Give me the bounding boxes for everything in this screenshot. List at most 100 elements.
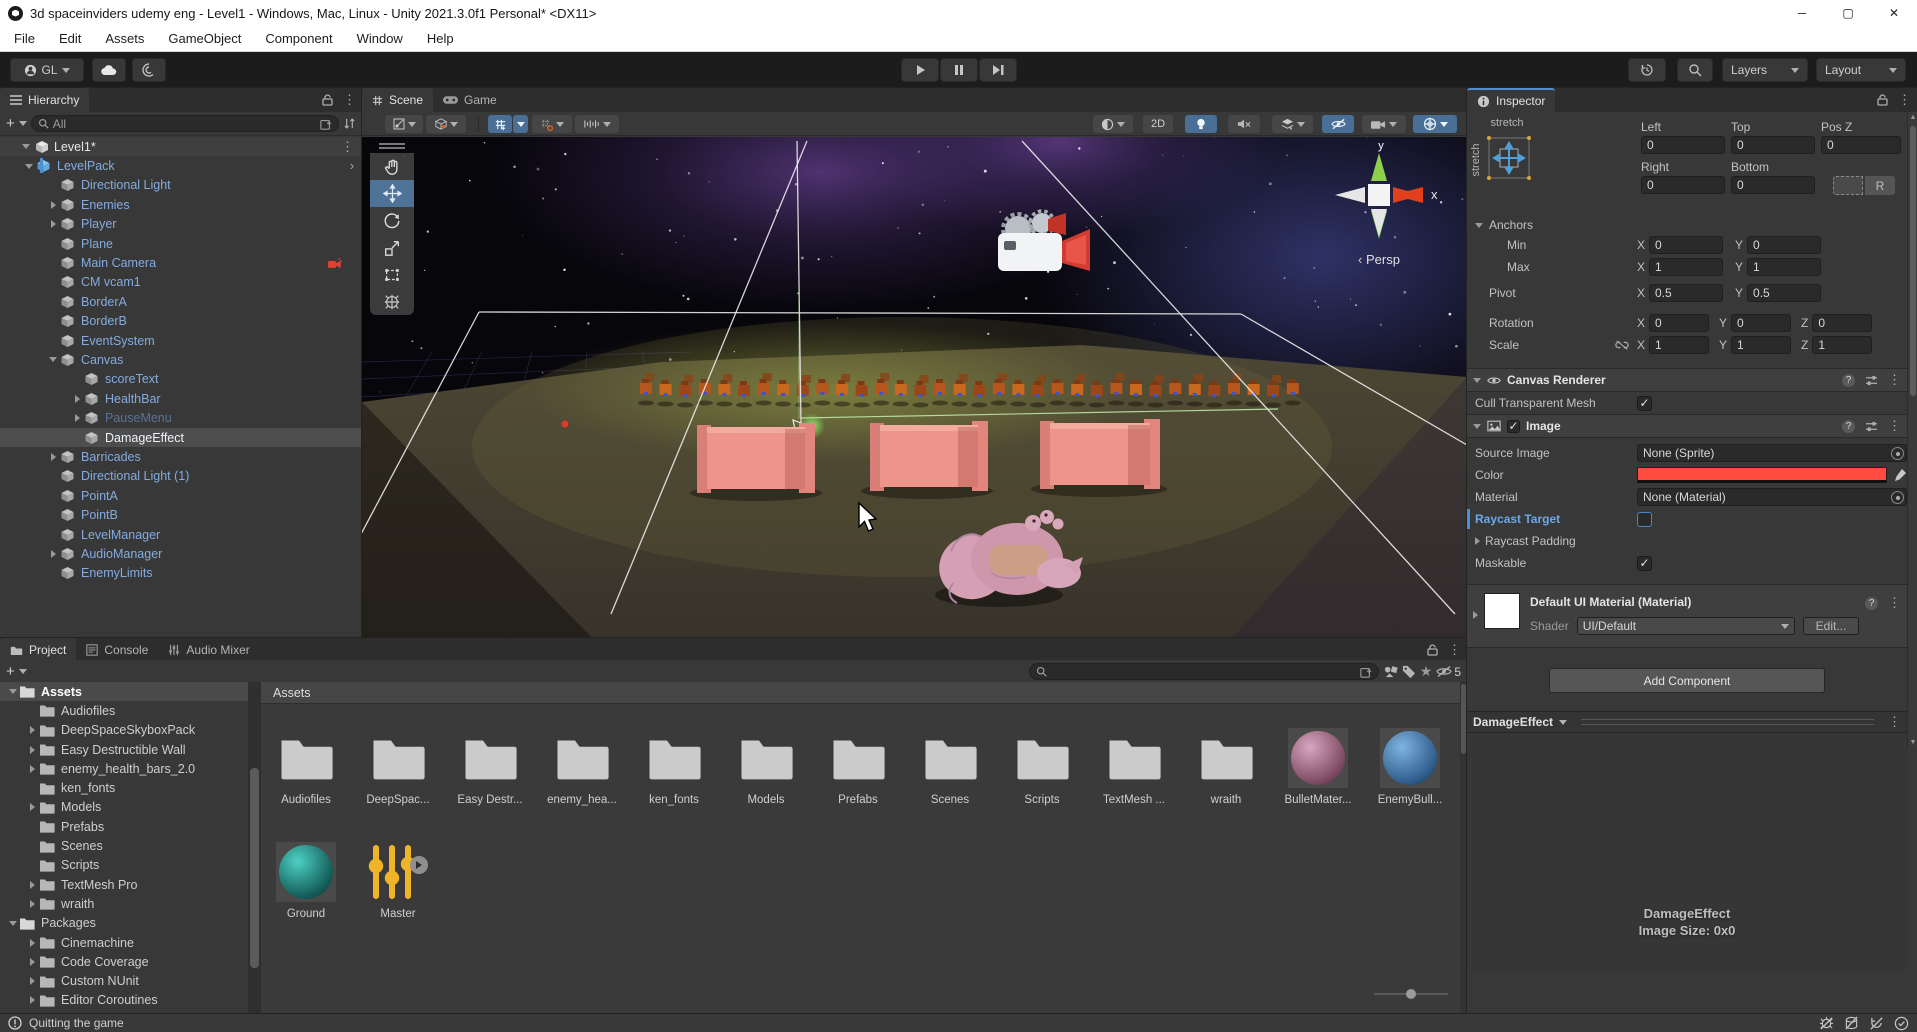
- kebab-menu-icon[interactable]: ⋮: [1448, 642, 1461, 658]
- scene-orientation-gizmo[interactable]: y x Persp: [1319, 137, 1439, 283]
- tab-audio-mixer[interactable]: Audio Mixer: [158, 638, 259, 662]
- object-picker-icon[interactable]: [1891, 447, 1904, 460]
- kebab-menu-icon[interactable]: ⋮: [343, 92, 356, 108]
- hierarchy-item-pointa[interactable]: PointA: [0, 486, 362, 505]
- help-icon[interactable]: ?: [1842, 373, 1855, 387]
- kebab-menu-icon[interactable]: ⋮: [1888, 418, 1901, 434]
- rotation-x-field[interactable]: 0: [1649, 314, 1710, 332]
- prefab-open-chevron[interactable]: ›: [350, 159, 354, 173]
- audio-mute-toggle[interactable]: [1228, 115, 1260, 133]
- project-tree-item-code-coverage[interactable]: Code Coverage: [0, 952, 248, 971]
- undo-history-button[interactable]: [1628, 58, 1666, 82]
- kebab-menu-icon[interactable]: ⋮: [1888, 714, 1901, 730]
- scene-viewport[interactable]: y x Persp: [362, 137, 1467, 638]
- project-tree-item-models[interactable]: Models: [0, 798, 248, 817]
- menu-item-file[interactable]: File: [14, 31, 35, 46]
- tab-inspector[interactable]: Inspector: [1467, 88, 1556, 112]
- debugger-detached-icon[interactable]: [1819, 1016, 1834, 1030]
- anchors-foldout[interactable]: Anchors: [1467, 216, 1907, 234]
- project-tree-item-editor-coroutines[interactable]: Editor Coroutines: [0, 991, 248, 1010]
- play-overlay-icon[interactable]: [410, 856, 428, 874]
- inspector-scrollbar[interactable]: ▲ ▼: [1907, 112, 1917, 748]
- hierarchy-item-levelpack[interactable]: LevelPack ›: [0, 156, 362, 175]
- hierarchy-item-healthbar[interactable]: HealthBar: [0, 389, 362, 408]
- blueprint-mode-button[interactable]: [1833, 176, 1863, 195]
- tab-game[interactable]: Game: [433, 88, 507, 112]
- grid-snap-toggle[interactable]: [488, 115, 512, 133]
- help-icon[interactable]: ?: [1842, 419, 1855, 433]
- effects-dropdown[interactable]: [1272, 115, 1313, 133]
- shading-mode-dropdown[interactable]: [1093, 115, 1133, 133]
- status-message[interactable]: Quitting the game: [29, 1016, 124, 1030]
- project-tree-item-wraith[interactable]: wraith: [0, 894, 248, 913]
- 2d-toggle[interactable]: 2D: [1143, 115, 1173, 133]
- help-icon[interactable]: ?: [1865, 596, 1878, 610]
- asset-grid-breadcrumb[interactable]: Assets: [261, 682, 1460, 704]
- move-tool-button[interactable]: [370, 180, 414, 207]
- sort-icon[interactable]: [343, 117, 356, 130]
- tab-console[interactable]: Console: [76, 638, 158, 662]
- hierarchy-item-levelmanager[interactable]: LevelManager: [0, 525, 362, 544]
- asset-textmesh-[interactable]: TextMesh ...: [1088, 726, 1180, 806]
- tab-hierarchy[interactable]: Hierarchy: [0, 88, 90, 112]
- asset-models[interactable]: Models: [720, 726, 812, 806]
- object-picker-icon[interactable]: [1891, 491, 1904, 504]
- link-broken-icon[interactable]: [1615, 339, 1629, 351]
- hierarchy-item-plane[interactable]: Plane: [0, 234, 362, 253]
- kebab-menu-icon[interactable]: ⋮: [1888, 372, 1901, 388]
- search-by-type-icon[interactable]: [1383, 665, 1398, 679]
- maximize-button[interactable]: ▢: [1825, 0, 1871, 26]
- project-tree-item-scripts[interactable]: Scripts: [0, 856, 248, 875]
- add-object-button[interactable]: +: [6, 115, 15, 132]
- tab-project[interactable]: Project: [0, 638, 77, 662]
- project-tree-item-cinemachine[interactable]: Cinemachine: [0, 933, 248, 952]
- asset-scenes[interactable]: Scenes: [904, 726, 996, 806]
- menu-item-window[interactable]: Window: [357, 31, 403, 46]
- hierarchy-item-eventsystem[interactable]: EventSystem: [0, 331, 362, 350]
- raw-edit-button[interactable]: R: [1865, 176, 1895, 195]
- cull-transparent-mesh-checkbox[interactable]: ✓: [1637, 395, 1652, 411]
- image-component-header[interactable]: ✓ Image ? ⋮: [1467, 414, 1907, 438]
- anchor-min-x-field[interactable]: 0: [1649, 236, 1724, 254]
- lock-icon[interactable]: [322, 94, 333, 106]
- tab-scene[interactable]: Scene: [362, 88, 434, 112]
- asset-scripts[interactable]: Scripts: [996, 726, 1088, 806]
- menu-item-assets[interactable]: Assets: [105, 31, 144, 46]
- bottom-field[interactable]: 0: [1731, 176, 1815, 194]
- hierarchy-item-directional-light-1-[interactable]: Directional Light (1): [0, 467, 362, 486]
- asset-ground[interactable]: Ground: [260, 840, 352, 920]
- hierarchy-search-input[interactable]: All: [30, 115, 339, 132]
- hierarchy-item-damageeffect[interactable]: DamageEffect: [0, 427, 362, 448]
- view-hand-tool-button[interactable]: [370, 153, 414, 180]
- save-search-icon[interactable]: [1360, 666, 1372, 678]
- project-tree-item-custom-nunit[interactable]: Custom NUnit: [0, 971, 248, 990]
- kebab-menu-icon[interactable]: ⋮: [341, 139, 354, 155]
- minimize-button[interactable]: ─: [1779, 0, 1825, 26]
- posz-field[interactable]: 0: [1821, 136, 1901, 154]
- cloud-button[interactable]: [92, 58, 126, 82]
- hierarchy-item-enemylimits[interactable]: EnemyLimits: [0, 564, 362, 583]
- asset-zoom-slider[interactable]: [1374, 989, 1448, 999]
- rect-tool-button[interactable]: [370, 261, 414, 288]
- transform-tool-button[interactable]: [370, 288, 414, 315]
- shader-dropdown[interactable]: UI/Default: [1576, 617, 1795, 635]
- hierarchy-item-bordera[interactable]: BorderA: [0, 292, 362, 311]
- anchor-preset-widget[interactable]: [1483, 132, 1535, 187]
- project-search-input[interactable]: [1028, 663, 1379, 680]
- project-tree-item-prefabs[interactable]: Prefabs: [0, 817, 248, 836]
- gizmos-dropdown[interactable]: [1413, 115, 1457, 133]
- hierarchy-item-main-camera[interactable]: Main Camera: [0, 253, 362, 272]
- rotation-z-field[interactable]: 0: [1812, 314, 1873, 332]
- material-thumbnail[interactable]: [1484, 593, 1520, 629]
- add-component-button[interactable]: Add Component: [1549, 668, 1825, 693]
- project-tree-item-assets[interactable]: Assets: [0, 682, 248, 702]
- preview-pane-header[interactable]: DamageEffect ⋮: [1467, 711, 1907, 733]
- project-tree-item-textmesh-pro[interactable]: TextMesh Pro: [0, 875, 248, 894]
- image-enabled-checkbox[interactable]: ✓: [1507, 419, 1520, 433]
- hierarchy-item-enemies[interactable]: Enemies: [0, 195, 362, 214]
- canvas-renderer-header[interactable]: Canvas Renderer ? ⋮: [1467, 368, 1907, 392]
- asset-prefabs[interactable]: Prefabs: [812, 726, 904, 806]
- layout-dropdown[interactable]: Layout: [1816, 58, 1906, 82]
- hidden-objects-toggle[interactable]: [1322, 115, 1354, 133]
- menu-item-help[interactable]: Help: [427, 31, 454, 46]
